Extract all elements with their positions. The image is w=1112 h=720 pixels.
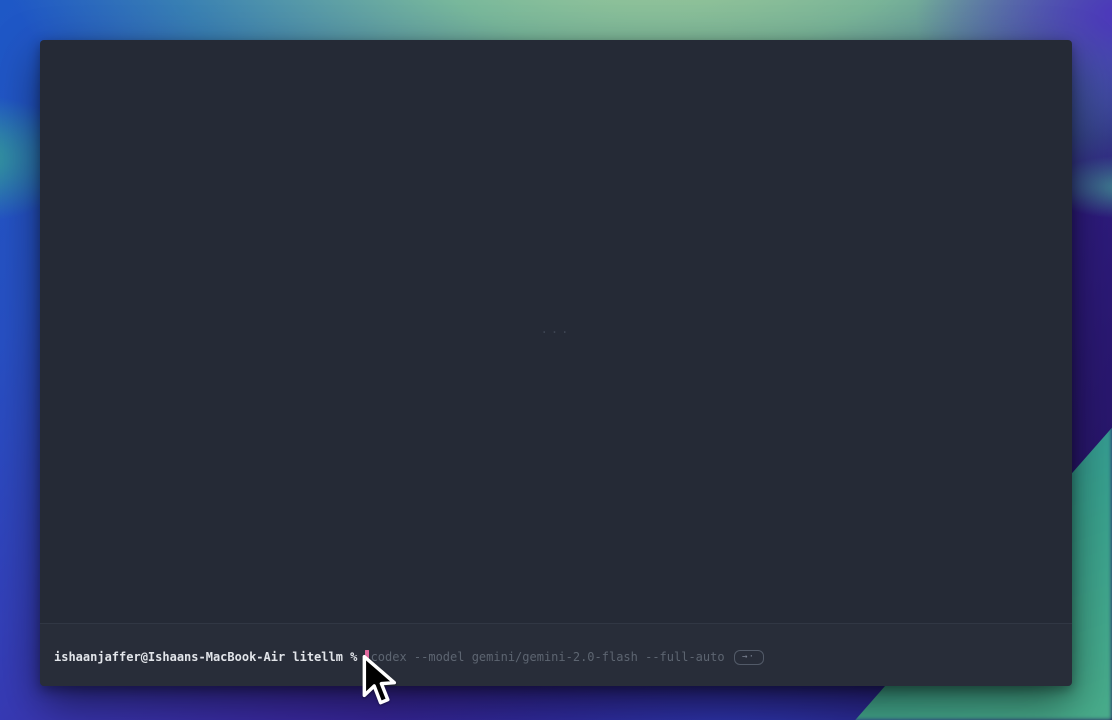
terminal-window[interactable]: ... ishaanjaffer@Ishaans-MacBook-Air lit… <box>40 40 1072 686</box>
terminal-prompt-line[interactable]: ishaanjaffer@Ishaans-MacBook-Air litellm… <box>54 648 1058 666</box>
screen: ... ishaanjaffer@Ishaans-MacBook-Air lit… <box>0 0 1112 720</box>
mouse-pointer-icon <box>360 654 398 710</box>
loading-indicator: ... <box>40 322 1072 336</box>
accept-suggestion-hint: →· <box>734 650 764 665</box>
prompt-user-host: ishaanjaffer@Ishaans-MacBook-Air <box>54 648 285 666</box>
prompt-symbol: % <box>350 648 357 666</box>
autosuggestion-text: codex --model gemini/gemini-2.0-flash --… <box>371 648 725 666</box>
prompt-directory: litellm <box>292 648 343 666</box>
